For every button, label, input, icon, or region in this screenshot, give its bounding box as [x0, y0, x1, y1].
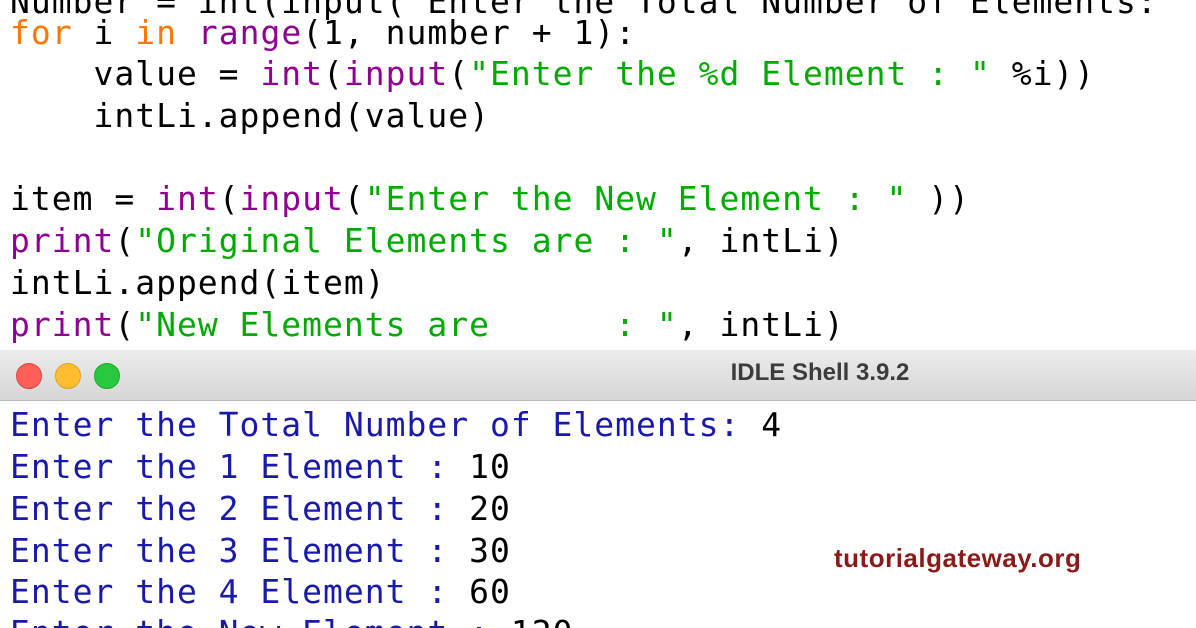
code-token: "Original Elements are : "	[135, 221, 678, 260]
code-token: intLi.append(item)	[10, 263, 386, 302]
code-token: "New Elements are : "	[135, 305, 678, 344]
code-line: print("New Elements are : ", intLi)	[10, 305, 845, 345]
code-token: for	[10, 13, 73, 52]
code-token: in	[135, 13, 177, 52]
code-token: (	[343, 179, 365, 218]
code-token: input	[239, 179, 344, 218]
shell-prompt: Enter the New Element :	[10, 613, 511, 628]
shell-input-value: 10	[469, 447, 511, 486]
shell-prompt: Enter the Total Number of Elements:	[10, 405, 762, 444]
shell-prompt: Enter the 4 Element :	[10, 572, 470, 611]
window-titlebar[interactable]: IDLE Shell 3.9.2	[0, 350, 1196, 401]
code-token: int	[156, 179, 219, 218]
code-line: item = int(input("Enter the New Element …	[10, 179, 970, 219]
code-token: print	[10, 221, 115, 260]
code-token: ))	[907, 179, 970, 218]
code-token: "Enter the %d Element : "	[469, 54, 991, 93]
code-token: %i))	[990, 54, 1096, 93]
shell-prompt: Enter the 2 Element :	[10, 489, 470, 528]
shell-prompt: Enter the 1 Element :	[10, 447, 470, 486]
code-token: , intLi)	[677, 305, 845, 344]
code-token: value =	[10, 54, 261, 93]
shell-line: Enter the 1 Element : 10	[10, 447, 511, 487]
shell-prompt: Enter the 3 Element :	[10, 531, 470, 570]
shell-input-value: 30	[469, 531, 511, 570]
shell-line: Enter the Total Number of Elements: 4	[10, 405, 782, 445]
code-line: print("Original Elements are : ", intLi)	[10, 221, 845, 261]
code-token: (	[114, 305, 136, 344]
code-editor[interactable]: Number = int(input("Enter the Total Numb…	[0, 0, 1196, 350]
site-watermark: tutorialgateway.org	[834, 543, 1082, 573]
code-line: value = int(input("Enter the %d Element …	[10, 54, 1095, 94]
code-token: input	[343, 54, 449, 93]
code-line: intLi.append(item)	[10, 263, 386, 303]
code-token: (	[114, 221, 136, 260]
code-line: for i in range(1, number + 1):	[10, 13, 636, 53]
code-token: "Enter the New Element : "	[364, 179, 908, 218]
close-window-button[interactable]	[16, 363, 42, 389]
code-token: item =	[10, 179, 157, 218]
code-token: intLi.append(value)	[10, 96, 490, 135]
code-token: (	[323, 54, 344, 93]
shell-line: Enter the 4 Element : 60	[10, 572, 511, 612]
shell-input-value: 120	[511, 613, 574, 628]
window-title: IDLE Shell 3.9.2	[730, 359, 910, 386]
shell-input-value: 20	[469, 489, 511, 528]
shell-line: Enter the 2 Element : 20	[10, 489, 511, 529]
code-token: range	[197, 13, 303, 52]
shell-line: Enter the 3 Element : 30	[10, 531, 511, 571]
code-token: i	[72, 13, 136, 52]
code-token: (	[448, 54, 470, 93]
code-token: int	[260, 54, 324, 93]
code-token: print	[10, 305, 115, 344]
shell-input-value: 4	[761, 405, 783, 444]
code-token: , intLi)	[677, 221, 845, 260]
code-line: intLi.append(value)	[10, 96, 490, 136]
shell-output[interactable]: Enter the Total Number of Elements: 4 En…	[0, 401, 1196, 628]
minimize-window-button[interactable]	[55, 363, 81, 389]
code-token: (	[218, 179, 240, 218]
shell-input-value: 60	[469, 572, 511, 611]
zoom-window-button[interactable]	[94, 363, 120, 389]
code-token: (1, number + 1):	[302, 13, 637, 52]
shell-line: Enter the New Element : 120	[10, 613, 573, 628]
